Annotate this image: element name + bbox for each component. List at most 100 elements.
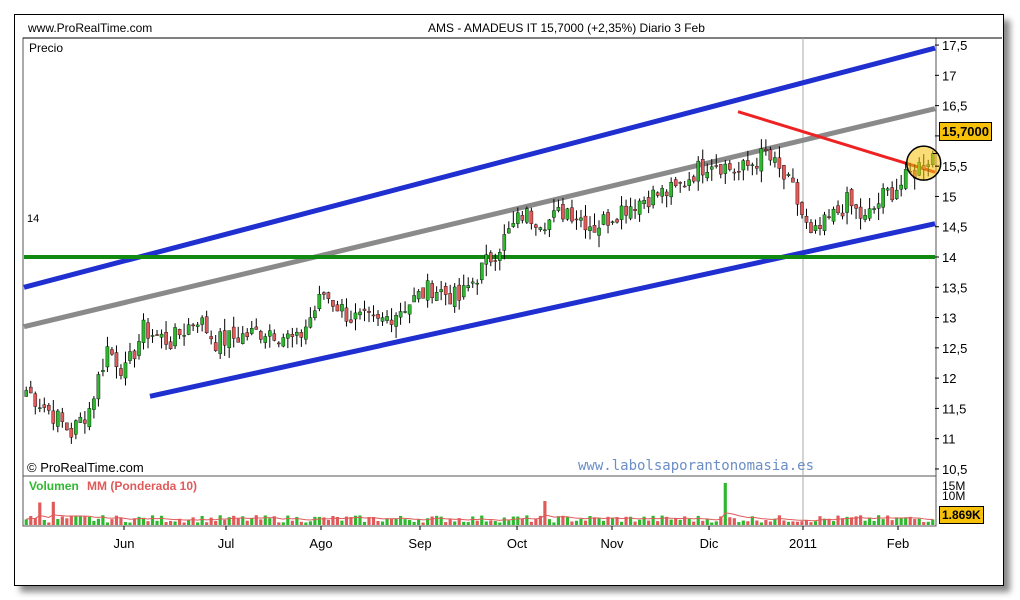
candle-body <box>619 205 624 220</box>
candle-body <box>47 404 51 411</box>
candle-body <box>353 312 358 320</box>
volume-bar <box>191 517 195 525</box>
volume-label: Volumen <box>29 479 79 493</box>
volume-bar <box>696 515 700 525</box>
candle-body <box>768 149 773 161</box>
volume-bar <box>660 515 664 525</box>
candle-body <box>516 212 520 224</box>
candle-body <box>146 322 150 339</box>
candle-body <box>651 189 655 206</box>
volume-bar <box>786 521 791 525</box>
volume-bar <box>674 518 678 525</box>
candle-body <box>191 324 195 327</box>
candle-body <box>290 333 295 337</box>
candle-body <box>525 208 529 223</box>
candle-body <box>28 386 33 394</box>
volume-bar <box>380 521 385 525</box>
candle-body <box>227 330 231 348</box>
candle-body <box>340 304 344 312</box>
volume-bar <box>47 522 51 525</box>
volume-bar <box>877 515 881 525</box>
volume-bar <box>480 515 484 525</box>
x-tick-label: Oct <box>507 536 528 551</box>
volume-bar <box>83 516 87 525</box>
candle-body <box>538 227 543 230</box>
volume-bar <box>87 516 91 525</box>
candle-body <box>750 164 755 167</box>
candle-body <box>488 252 493 263</box>
volume-bar <box>155 520 159 525</box>
volume-bar <box>435 515 439 525</box>
volume-bar <box>209 517 213 525</box>
volume-bar <box>471 516 475 525</box>
volume-bar <box>74 516 78 525</box>
candle-body <box>51 410 56 424</box>
volume-bar <box>651 515 655 525</box>
candle-body <box>150 335 155 337</box>
candle-body <box>511 223 516 227</box>
site-title[interactable]: www.ProRealTime.com <box>28 21 152 35</box>
volume-bar <box>610 517 615 525</box>
candle-body <box>65 422 69 431</box>
candle-body <box>371 314 376 317</box>
candle-body <box>570 207 574 222</box>
candle-body <box>543 229 547 232</box>
candle-body <box>204 316 209 334</box>
candle-body <box>443 286 448 295</box>
candle-body <box>222 330 227 346</box>
volume-bar <box>29 515 33 525</box>
volume-bar <box>917 518 921 525</box>
volume-bar <box>534 518 538 525</box>
candle-body <box>759 148 764 172</box>
candle-body <box>664 191 669 197</box>
candle-body <box>128 351 132 361</box>
volume-bar <box>376 520 380 525</box>
candle-body <box>119 368 123 376</box>
volume-bar <box>290 520 294 525</box>
candle-body <box>448 293 452 305</box>
volume-bar <box>859 515 863 525</box>
volume-bar <box>701 520 705 525</box>
volume-bar <box>389 518 394 525</box>
volume-bar <box>493 521 497 525</box>
volume-bar <box>245 520 249 525</box>
volume-bar <box>218 515 222 525</box>
volume-bar <box>502 517 506 525</box>
candle-body <box>755 166 759 169</box>
y-tick-label: 14 <box>942 250 956 265</box>
stock-chart: 10,51111,51212,51313,51414,51515,51616,5… <box>22 37 1002 551</box>
candle-body <box>660 188 664 197</box>
candle-body <box>56 410 60 427</box>
candle-body <box>854 204 858 209</box>
volume-ma-label: MM (Ponderada 10) <box>87 479 198 493</box>
candle-body <box>479 262 484 281</box>
candle-body <box>831 208 836 222</box>
volume-bar <box>800 521 804 525</box>
candle-body <box>534 224 538 228</box>
candle-body <box>286 333 290 339</box>
volume-bar <box>579 518 583 525</box>
candle-body <box>777 157 782 169</box>
volume-bar <box>556 516 561 525</box>
volume-bar <box>403 519 407 525</box>
volume-bar <box>56 519 60 525</box>
candle-body <box>723 163 728 174</box>
candle-body <box>592 225 597 233</box>
volume-bar <box>250 518 254 525</box>
volume-bar <box>430 516 434 525</box>
x-tick-label: Nov <box>600 536 624 551</box>
volume-bar <box>669 519 673 525</box>
volume-bar <box>619 521 624 525</box>
candle-body <box>800 202 804 215</box>
last-price-highlight <box>905 145 942 181</box>
y-tick-label: 17,5 <box>942 38 967 53</box>
candle-body <box>475 282 480 285</box>
volume-bar <box>281 522 285 525</box>
candle-body <box>173 327 177 347</box>
candle-body <box>33 393 38 407</box>
volume-bar <box>475 520 479 525</box>
candle-body <box>691 176 696 182</box>
volume-bar <box>150 515 155 525</box>
candle-body <box>213 342 218 351</box>
candle-body <box>687 179 691 186</box>
